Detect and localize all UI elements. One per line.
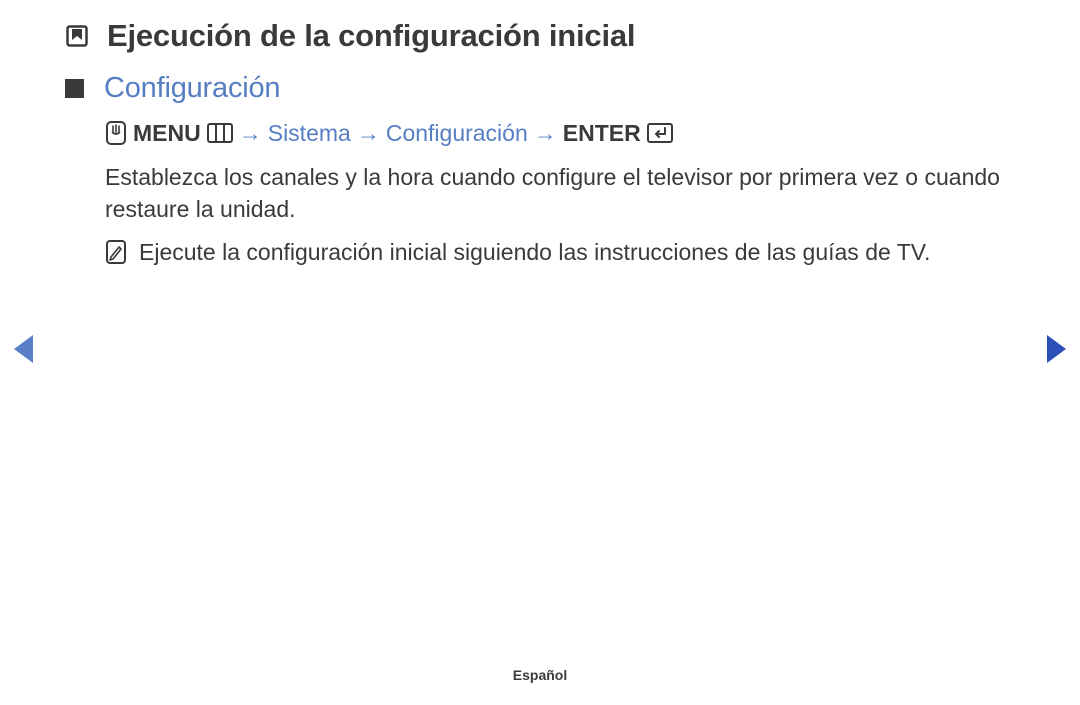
note-icon — [105, 239, 127, 265]
section-bullet-icon — [65, 79, 84, 98]
section-row: Configuración — [65, 72, 1020, 105]
enter-glyph-icon — [647, 123, 673, 143]
page-content: Ejecución de la configuración inicial Co… — [65, 18, 1020, 268]
section-title: Configuración — [104, 72, 280, 105]
footer-language: Español — [0, 667, 1080, 683]
page-title: Ejecución de la configuración inicial — [107, 18, 635, 54]
remote-icon — [105, 120, 127, 146]
menu-label: MENU — [133, 117, 201, 149]
path-segment-configuracion: Configuración — [386, 117, 528, 149]
bookmark-icon — [65, 24, 89, 48]
menu-path: MENU → Sistema → Configuración → ENTER — [105, 117, 1020, 149]
arrow-icon: → — [357, 117, 380, 149]
arrow-icon: → — [239, 117, 262, 149]
prev-page-button[interactable] — [14, 335, 33, 363]
body-paragraph: Establezca los canales y la hora cuando … — [105, 161, 1020, 225]
note-text: Ejecute la configuración inicial siguien… — [139, 236, 1020, 268]
enter-label: ENTER — [563, 117, 641, 149]
menu-glyph-icon — [207, 123, 233, 143]
path-segment-sistema: Sistema — [268, 117, 351, 149]
note-row: Ejecute la configuración inicial siguien… — [105, 236, 1020, 268]
page-title-row: Ejecución de la configuración inicial — [65, 18, 1020, 54]
next-page-button[interactable] — [1047, 335, 1066, 363]
arrow-icon: → — [534, 117, 557, 149]
